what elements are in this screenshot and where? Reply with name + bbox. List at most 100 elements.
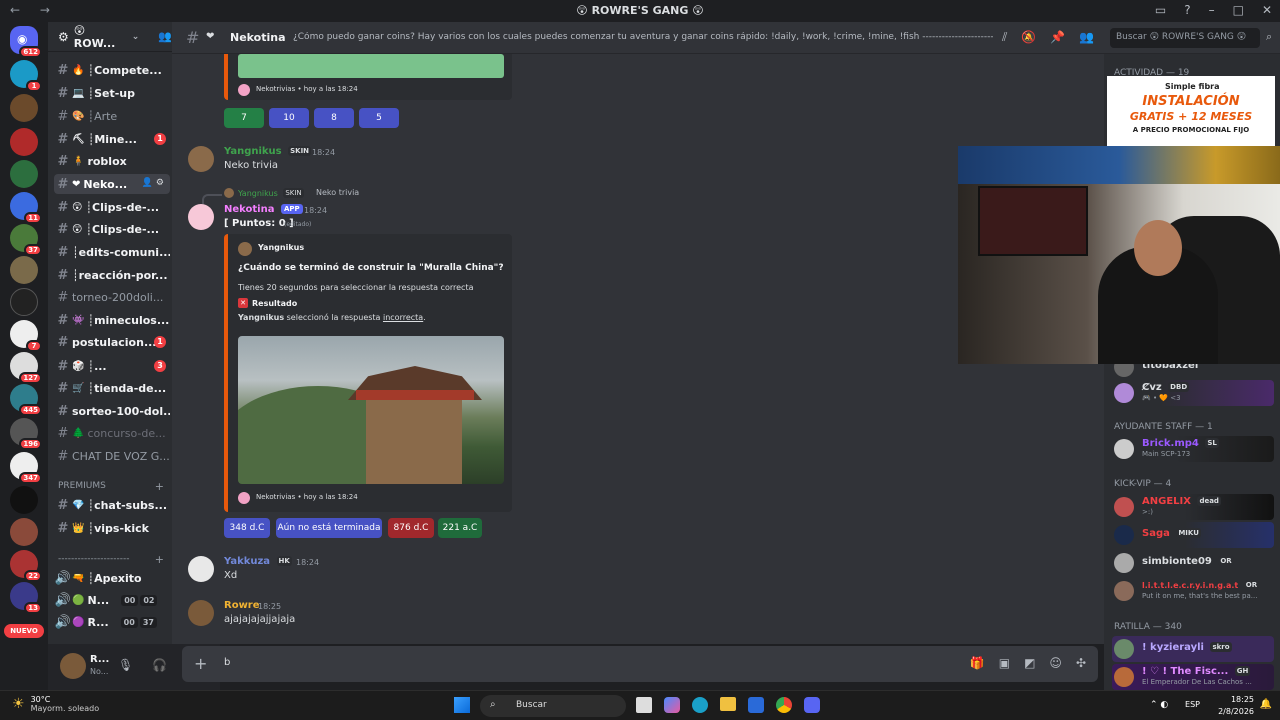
search-icon[interactable]: ⌕ (1266, 30, 1272, 44)
server-icon[interactable]: 11 (10, 192, 42, 224)
answer-button[interactable]: 10 (269, 108, 309, 128)
taskbar-search[interactable]: Buscar (480, 695, 626, 717)
channel-item[interactable]: # 😲 ┊Clips-de-... (54, 197, 170, 217)
discord-icon[interactable] (804, 697, 820, 713)
message-composer[interactable]: + b 🎁 ▣ ◩ ☺ ✣ (182, 646, 1098, 682)
apps-icon[interactable]: ✣ (1076, 656, 1086, 670)
channel-item[interactable]: # postulacion... 1 (54, 332, 170, 352)
channel-item[interactable]: # ❤ Neko... 👤 ⚙ (54, 174, 170, 194)
channel-item[interactable]: # 🌲 concurso-de... (54, 423, 170, 443)
plus-icon[interactable]: + (155, 480, 164, 493)
explorer-icon[interactable] (720, 697, 736, 711)
member-item[interactable]: Brick.mp4 SL Main SCP-173 (1112, 436, 1274, 462)
chrome-icon[interactable] (776, 697, 792, 713)
keyboard-language[interactable]: ESP (1185, 700, 1200, 709)
answer-button[interactable]: 5 (359, 108, 399, 128)
answer-button[interactable]: Aún no está terminada (276, 518, 382, 538)
task-view-icon[interactable] (636, 697, 652, 713)
channel-item[interactable]: # ┊edits-comuni... (54, 242, 170, 262)
member-item[interactable]: ANGELIX dead >:) (1112, 494, 1274, 520)
gif-icon[interactable]: ▣ (999, 656, 1010, 670)
pin-icon[interactable]: 📌 (1050, 30, 1065, 45)
server-icon[interactable] (10, 94, 38, 122)
server-icon[interactable]: 13 (10, 582, 42, 614)
embed-author[interactable]: Yangnikus (258, 243, 304, 252)
channel-item[interactable]: # sorteo-100-dol... (54, 401, 170, 421)
avatar[interactable] (188, 556, 214, 582)
plus-icon[interactable]: + (155, 553, 164, 566)
avatar[interactable] (188, 146, 214, 172)
message-author[interactable]: Yakkuza HK (224, 556, 292, 567)
great-wall-image[interactable] (238, 336, 504, 484)
voice-channel-item[interactable]: 🔊 🔫 ┊Apexito (54, 568, 170, 588)
server-icon[interactable] (10, 256, 38, 284)
member-item[interactable]: Ȼvz DBD 🎮 • 🧡 <3 (1112, 380, 1274, 406)
microphone-icon[interactable]: 🎙 (118, 658, 133, 672)
member-item[interactable]: Saga MIKU (1112, 522, 1274, 548)
channel-item[interactable]: # 🛒 ┊tienda-de... (54, 378, 170, 398)
windows-start-icon[interactable] (454, 697, 470, 713)
answer-button[interactable]: 348 d.C (224, 518, 270, 538)
channel-item[interactable]: # 🎨 ┊Arte (54, 106, 170, 126)
server-icon[interactable]: 7 (10, 320, 42, 352)
close-icon[interactable]: ✕ (1262, 3, 1272, 17)
server-icon[interactable]: 22 (10, 550, 42, 582)
help-icon[interactable]: ? (1184, 3, 1190, 17)
server-icon[interactable]: 1 (10, 60, 42, 92)
channel-item[interactable]: # 😲 ┊Clips-de-... (54, 219, 170, 239)
server-icon[interactable]: 445 (10, 384, 42, 416)
answer-button[interactable]: 7 (224, 108, 264, 128)
avatar[interactable] (188, 600, 214, 626)
gift-icon[interactable]: 🎁 (970, 656, 985, 670)
headphones-icon[interactable]: 🎧 (152, 658, 167, 672)
maximize-icon[interactable]: □ (1233, 3, 1244, 17)
answer-button[interactable]: 221 a.C (438, 518, 482, 538)
user-name[interactable]: R... (90, 654, 109, 665)
weather-widget[interactable]: ☀ 30°C Mayorm. soleado (12, 695, 99, 713)
member-item[interactable]: ! ♡ ! The Fisc... GH El Emperador De Las… (1112, 664, 1274, 690)
channel-item[interactable]: # 🎲 ┊... 3 (54, 356, 170, 376)
member-item[interactable]: simbionte09 OR (1112, 550, 1274, 576)
server-icon[interactable] (10, 160, 38, 188)
channel-item[interactable]: # torneo-200doli... (54, 287, 170, 307)
sticker-icon[interactable]: ◩ (1024, 656, 1035, 670)
reply-text[interactable]: Neko trivia (316, 188, 359, 197)
channel-item[interactable]: # 👑 ┊vips-kick (54, 518, 170, 538)
threads-icon[interactable]: ⫽ (1002, 30, 1007, 45)
server-icon[interactable]: 127 (10, 352, 42, 384)
search-input[interactable]: Buscar 😲 ROWRE'S GANG 😲 (1110, 28, 1260, 48)
channel-settings-icon[interactable]: 👤 ⚙ (142, 178, 164, 188)
server-icon[interactable] (10, 486, 38, 514)
channel-item[interactable]: # 👾 ┊mineculos... (54, 310, 170, 330)
avatar[interactable] (60, 653, 86, 679)
member-list-icon[interactable]: 👥 (1079, 30, 1094, 45)
channel-item[interactable]: # 🧍 roblox (54, 151, 170, 171)
emoji-icon[interactable]: ☺ (1049, 656, 1062, 670)
avatar[interactable] (188, 204, 214, 230)
channel-item[interactable]: # 💎 ┊chat-subs... (54, 495, 170, 515)
member-item[interactable]: ! kyzierayli skro (1112, 636, 1274, 662)
minimize-icon[interactable]: – (1209, 3, 1215, 17)
answer-button[interactable]: 876 d.C (388, 518, 434, 538)
channel-item[interactable]: # 🔥 ┊Compete... (54, 60, 170, 80)
notification-icon[interactable]: 🔔 (1260, 699, 1272, 710)
server-icon[interactable] (10, 288, 38, 316)
copilot-icon[interactable] (664, 697, 680, 713)
voice-channel-item[interactable]: 🔊 🟣 R... 00 37 (54, 612, 170, 632)
mute-icon[interactable]: 🔕 (1021, 30, 1036, 45)
edge-icon[interactable] (692, 697, 708, 713)
category-divider[interactable]: ---------------------- + (58, 553, 164, 566)
server-icon[interactable]: 37 (10, 224, 42, 256)
inbox-icon[interactable]: ▭ (1155, 3, 1166, 17)
answer-button[interactable]: 8 (314, 108, 354, 128)
clock[interactable]: 18:25 2/8/2026 (1218, 694, 1254, 718)
channel-item[interactable]: # ⛏ ┊Mine... 1 (54, 129, 170, 149)
channel-item[interactable]: # 💻 ┊Set-up (54, 83, 170, 103)
server-icon[interactable] (10, 128, 38, 156)
message-input[interactable]: b (224, 657, 230, 668)
channel-item[interactable]: # ┊reacción-por... (54, 265, 170, 285)
mail-icon[interactable] (748, 697, 764, 713)
reply-author[interactable]: Yangnikus SKIN (238, 188, 304, 198)
member-item[interactable]: l.i.t.t.l.e.c.r.y.i.n.g.a.t.l... OR Put … (1112, 578, 1274, 604)
message-author[interactable]: Nekotina APP (224, 204, 303, 215)
